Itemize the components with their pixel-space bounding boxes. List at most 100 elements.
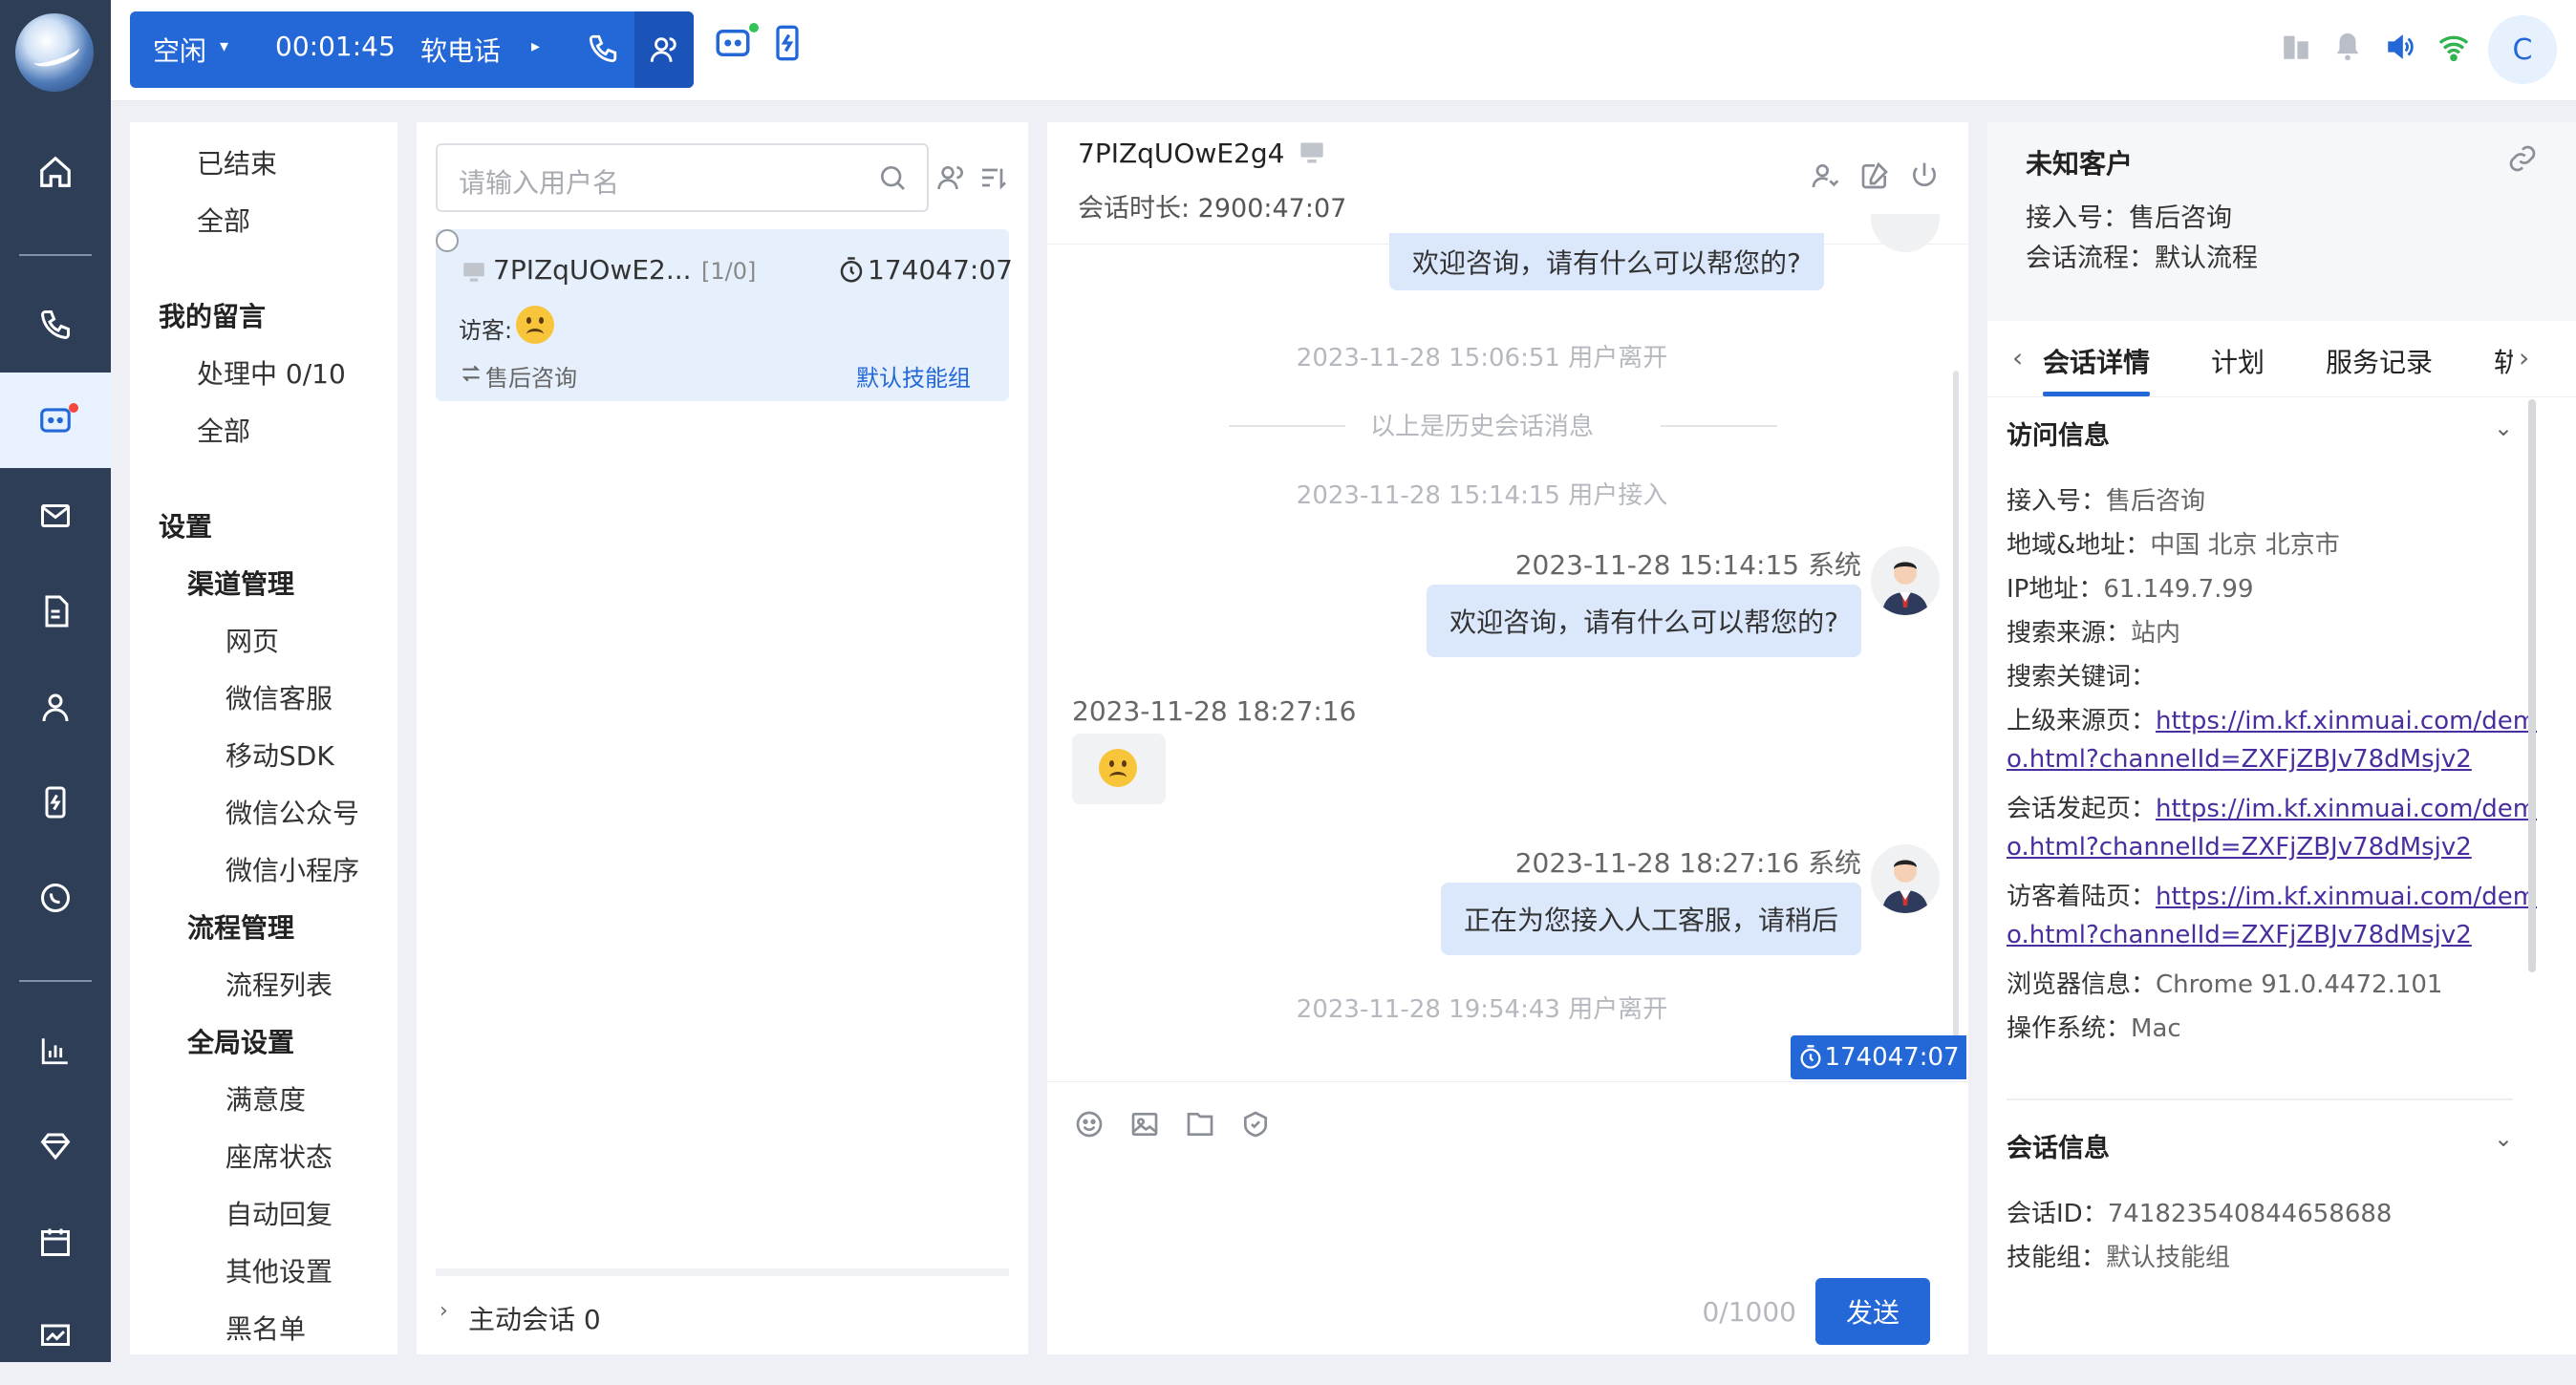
system-message: 2023-11-28 19:54:43 用户离开	[1296, 995, 1668, 1024]
history-divider-text: 以上是历史会话消息	[1369, 413, 1594, 441]
edit-share-icon[interactable]	[1859, 160, 1890, 195]
mobile-icon[interactable]	[768, 23, 806, 67]
user-nav-icon[interactable]	[0, 659, 111, 755]
transfer-user-icon[interactable]	[1810, 160, 1840, 195]
user-avatar[interactable]: C	[2488, 15, 2557, 84]
tab-service-records[interactable]: 服务记录	[2326, 342, 2433, 380]
kv-key: 地域&地址：	[2007, 531, 2151, 560]
chevron-down-icon[interactable]: ⌄	[2494, 1125, 2513, 1152]
chat-scrollbar[interactable]	[1953, 371, 1959, 1077]
agent-status-bar: 空闲 ▾ 00:01:45 软电话 ▸	[130, 11, 694, 88]
visitor-label: 访客:	[459, 317, 513, 344]
kv-keyword: 搜索关键词：	[2007, 657, 2156, 692]
status-timer: 00:01:45	[275, 31, 396, 62]
menu-auto-reply[interactable]: 自动回复	[225, 1194, 333, 1232]
softphone-menu[interactable]: 软电话	[420, 31, 501, 69]
power-icon[interactable]	[1909, 160, 1940, 195]
menu-flow-list[interactable]: 流程列表	[225, 965, 333, 1003]
quick-reply-icon[interactable]	[1240, 1109, 1271, 1143]
link-icon[interactable]	[2507, 143, 2538, 178]
send-button[interactable]: 发送	[1815, 1278, 1930, 1345]
referrer-link-cont[interactable]: o.html?channelId=ZXFjZBJv78dMsjv2	[2007, 745, 2472, 774]
nav-divider	[19, 980, 92, 982]
search-input[interactable]: 请输入用户名	[436, 143, 929, 212]
chat-duration: 会话时长: 2900:47:07	[1078, 194, 1347, 224]
chevron-down-icon[interactable]: ⌄	[2494, 415, 2513, 441]
bell-icon[interactable]	[2331, 31, 2364, 67]
menu-wechat-mini[interactable]: 微信小程序	[225, 850, 359, 888]
menu-processing[interactable]: 处理中 0/10	[197, 353, 346, 392]
sort-icon[interactable]	[978, 162, 1009, 197]
kv-landing-page: 访客着陆页：https://im.kf.xinmuai.com/dem	[2007, 877, 2537, 912]
menu-flow-mgmt[interactable]: 流程管理	[187, 907, 294, 946]
contacts-filter-icon[interactable]	[936, 162, 967, 197]
kv-key: 接入号：	[2007, 487, 2107, 516]
building-icon[interactable]	[2280, 31, 2312, 67]
monitor-nav-icon[interactable]	[0, 1289, 111, 1385]
start-page-link[interactable]: https://im.kf.xinmuai.com/dem	[2156, 795, 2537, 823]
calendar-nav-icon[interactable]	[0, 1194, 111, 1289]
menu-all[interactable]: 全部	[197, 201, 250, 239]
report-nav-icon[interactable]	[0, 1003, 111, 1098]
chat-bot-icon[interactable]	[713, 23, 753, 67]
message-meta: 2023-11-28 15:14:15 系统	[1514, 549, 1861, 581]
menu-other-settings[interactable]: 其他设置	[225, 1251, 333, 1289]
conversation-skill-group: 默认技能组	[856, 365, 971, 392]
menu-my-messages[interactable]: 我的留言	[159, 296, 266, 334]
active-tab-indicator	[2043, 392, 2150, 396]
chevron-right-icon: ›	[440, 1299, 448, 1323]
transfer-agent-button[interactable]	[634, 11, 694, 88]
phone-nav-icon[interactable]	[0, 277, 111, 373]
menu-channel-mgmt[interactable]: 渠道管理	[187, 564, 294, 602]
menu-wechat-oa[interactable]: 微信公众号	[225, 793, 359, 831]
menu-mobile-sdk[interactable]: 移动SDK	[225, 735, 334, 774]
start-page-link-cont[interactable]: o.html?channelId=ZXFjZBJv78dMsjv2	[2007, 833, 2472, 862]
menu-global-settings[interactable]: 全局设置	[187, 1022, 294, 1060]
menu-seat-status[interactable]: 座席状态	[225, 1137, 333, 1175]
kv-value: Mac	[2131, 1014, 2181, 1043]
whatsapp-nav-icon[interactable]	[0, 850, 111, 946]
menu-ended[interactable]: 已结束	[197, 143, 277, 181]
tab-scroll-left[interactable]: ‹	[2012, 342, 2023, 373]
mobile-nav-icon[interactable]	[0, 755, 111, 850]
home-nav-icon[interactable]	[0, 124, 111, 220]
customer-scrollbar[interactable]	[2528, 399, 2536, 972]
mail-nav-icon[interactable]	[0, 468, 111, 564]
tab-plan[interactable]: 计划	[2211, 342, 2265, 380]
message-bubble: 正在为您接入人工客服，请稍后	[1440, 883, 1861, 955]
menu-blacklist[interactable]: 黑名单	[225, 1309, 306, 1347]
desktop-icon	[461, 260, 487, 288]
landing-page-link-cont[interactable]: o.html?channelId=ZXFjZBJv78dMsjv2	[2007, 921, 2472, 949]
chevron-down-icon: ▾	[220, 36, 229, 56]
session-timer-value: 174047:07	[1824, 1043, 1960, 1072]
conversation-channel: 售后咨询	[485, 365, 577, 392]
document-nav-icon[interactable]	[0, 564, 111, 659]
diamond-nav-icon[interactable]	[0, 1098, 111, 1194]
speaker-icon[interactable]	[2383, 31, 2417, 67]
landing-page-link[interactable]: https://im.kf.xinmuai.com/dem	[2156, 883, 2537, 911]
status-dropdown[interactable]: 空闲	[153, 31, 206, 69]
tab-track[interactable]: 轨	[2494, 342, 2513, 380]
top-bar: 空闲 ▾ 00:01:45 软电话 ▸ C	[111, 0, 2576, 101]
select-radio[interactable]	[436, 229, 459, 252]
active-sessions-label: 主动会话 0	[468, 1304, 601, 1335]
search-icon[interactable]	[877, 162, 908, 197]
phone-icon[interactable]	[587, 32, 619, 69]
chat-nav-icon[interactable]	[0, 373, 111, 468]
kv-key: 上级来源页：	[2007, 707, 2157, 735]
menu-settings[interactable]: 设置	[159, 506, 212, 544]
menu-satisfaction[interactable]: 满意度	[225, 1079, 306, 1118]
menu-web[interactable]: 网页	[225, 621, 279, 659]
message-composer[interactable]: 0/1000 发送	[1047, 1081, 1968, 1354]
active-sessions-bar[interactable]: › 主动会话 0	[436, 1268, 1009, 1354]
emoji-icon[interactable]	[1074, 1109, 1105, 1143]
tab-session-details[interactable]: 会话详情	[2043, 342, 2150, 380]
conversation-card[interactable]: 7PIZqUOwE2... [1/0] 174047:07 访客: 售后咨询 默…	[436, 229, 1013, 401]
file-icon[interactable]	[1185, 1109, 1215, 1143]
menu-wechat-cs[interactable]: 微信客服	[225, 678, 333, 716]
referrer-link[interactable]: https://im.kf.xinmuai.com/dem	[2156, 707, 2537, 735]
visitor-message-time: 2023-11-28 18:27:16	[1072, 695, 1357, 727]
image-icon[interactable]	[1129, 1109, 1160, 1143]
tab-scroll-right[interactable]: ›	[2519, 342, 2529, 373]
menu-all-messages[interactable]: 全部	[197, 411, 250, 449]
